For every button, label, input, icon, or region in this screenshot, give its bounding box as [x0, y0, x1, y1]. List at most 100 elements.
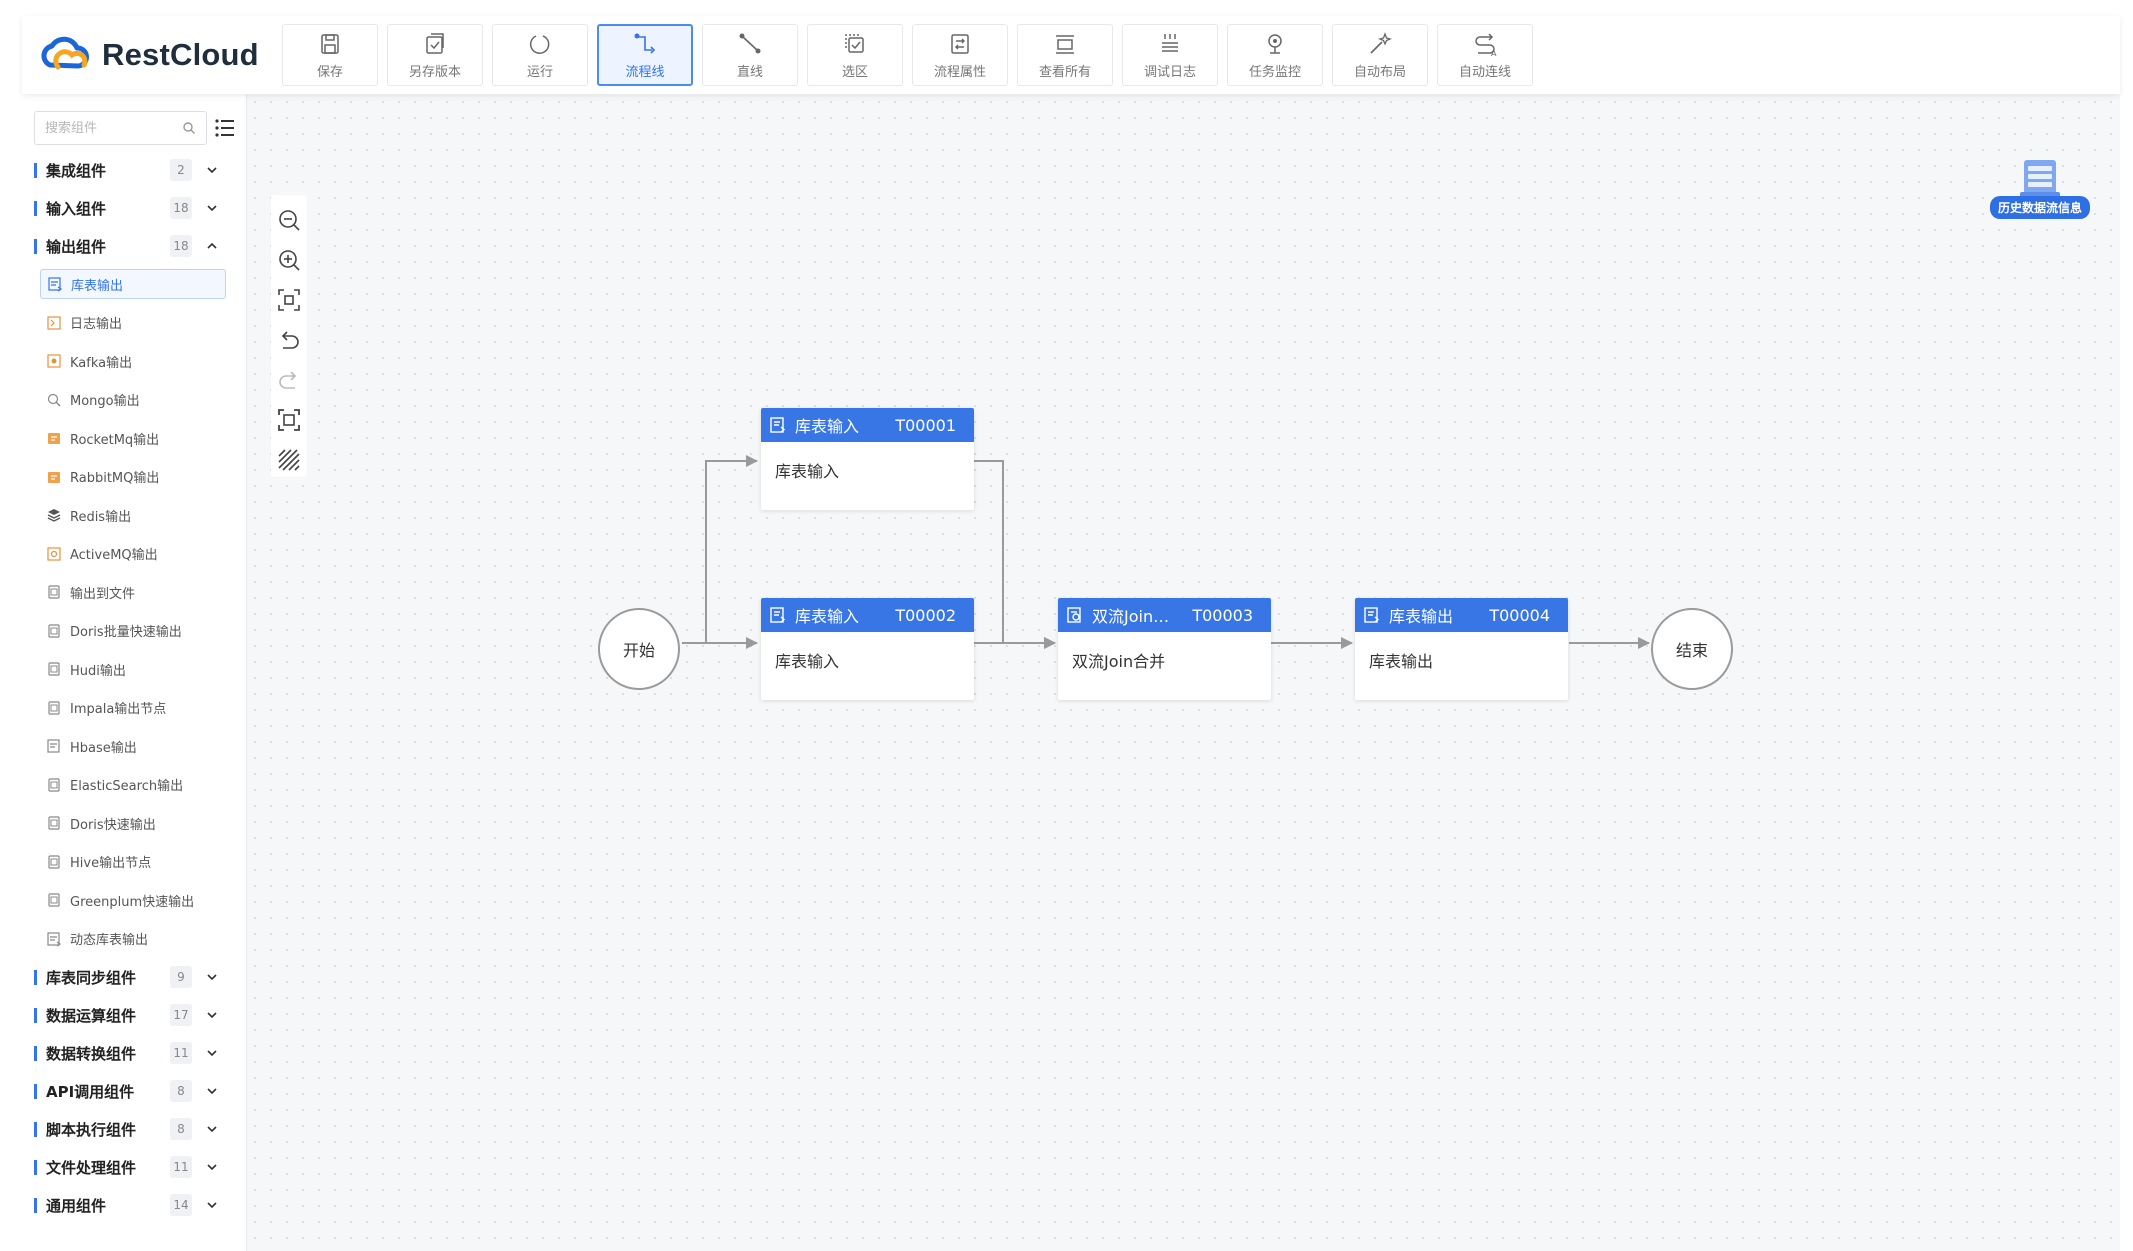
- group-count: 18: [170, 235, 192, 257]
- sidebar-item-dynamic-table-output[interactable]: 动态库表输出: [22, 920, 246, 959]
- toolbar-buttons: 保存 另存版本 运行 流程线 直线 选区 流程属性 查看所有 调试日志 任务监控…: [282, 24, 1533, 86]
- flowline-icon: [634, 33, 656, 54]
- component-sidebar: 集成组件 2 输入组件 18 输出组件 18 库表输出: [22, 94, 247, 1251]
- chevron-down-icon[interactable]: [205, 1160, 219, 1174]
- group-count: 8: [170, 1118, 192, 1140]
- search-input[interactable]: [45, 120, 175, 136]
- node-id: T00002: [895, 605, 956, 625]
- group-integration[interactable]: 集成组件 2: [22, 151, 246, 189]
- chevron-down-icon[interactable]: [205, 201, 219, 215]
- item-box: RocketMq输出: [40, 423, 226, 453]
- chevron-up-icon[interactable]: [205, 239, 219, 253]
- save-version-icon: [426, 32, 444, 54]
- item-box: Hbase输出: [40, 731, 226, 761]
- sidebar-item-activemq-output[interactable]: ActiveMQ输出: [22, 535, 246, 574]
- auto-connect-button[interactable]: A 自动连线: [1437, 24, 1533, 86]
- auto-layout-button[interactable]: 自动布局: [1332, 24, 1428, 86]
- sidebar-item-file-output[interactable]: 输出到文件: [22, 573, 246, 612]
- sidebar-item-log-output[interactable]: 日志输出: [22, 304, 246, 343]
- group-input[interactable]: 输入组件 18: [22, 189, 246, 227]
- group-data-transform[interactable]: 数据转换组件 11: [22, 1034, 246, 1072]
- group-marker: [34, 1007, 37, 1023]
- grid-toggle-icon[interactable]: [276, 447, 302, 473]
- table-output-icon: [48, 277, 63, 292]
- sidebar-item-doris-batch-output[interactable]: Doris批量快速输出: [22, 612, 246, 651]
- undo-icon[interactable]: [276, 327, 302, 353]
- brand-logo[interactable]: RestCloud: [22, 35, 280, 75]
- item-box: Hive输出节点: [40, 847, 226, 877]
- group-script-exec[interactable]: 脚本执行组件 8: [22, 1110, 246, 1148]
- group-output[interactable]: 输出组件 18: [22, 227, 246, 265]
- group-count: 8: [170, 1080, 192, 1102]
- flow-node-t00001[interactable]: 库表输入 T00001 库表输入: [761, 408, 974, 510]
- node-body: 库表输入: [775, 462, 840, 481]
- sidebar-item-rocketmq-output[interactable]: RocketMq输出: [22, 419, 246, 458]
- group-count: 9: [170, 966, 192, 988]
- node-title: 双流Join…: [1092, 607, 1170, 626]
- chevron-down-icon[interactable]: [205, 1198, 219, 1212]
- zoom-in-icon[interactable]: [276, 247, 302, 273]
- select-area-button[interactable]: 选区: [807, 24, 903, 86]
- zoom-out-icon[interactable]: [276, 207, 302, 233]
- group-api-call[interactable]: API调用组件 8: [22, 1072, 246, 1110]
- task-monitor-button[interactable]: 任务监控: [1227, 24, 1323, 86]
- fit-screen-icon[interactable]: [276, 407, 302, 433]
- save-button[interactable]: 保存: [282, 24, 378, 86]
- sidebar-item-greenplum-output[interactable]: Greenplum快速输出: [22, 881, 246, 920]
- flow-node-t00002[interactable]: 库表输入 T00002 库表输入: [761, 598, 974, 700]
- group-list-top: 集成组件 2 输入组件 18 输出组件 18: [22, 151, 246, 265]
- view-all-button[interactable]: 查看所有: [1017, 24, 1113, 86]
- flowline-button[interactable]: 流程线: [597, 24, 693, 86]
- debug-log-button[interactable]: 调试日志: [1122, 24, 1218, 86]
- group-general[interactable]: 通用组件 14: [22, 1186, 246, 1224]
- group-file-process[interactable]: 文件处理组件 11: [22, 1148, 246, 1186]
- flow-node-t00003[interactable]: 双流Join… T00003 双流Join合并: [1058, 598, 1271, 700]
- chevron-down-icon[interactable]: [205, 1046, 219, 1060]
- item-box: Impala输出节点: [40, 693, 226, 723]
- redo-icon[interactable]: [276, 367, 302, 393]
- node-header: 双流Join… T00003: [1058, 598, 1271, 632]
- chevron-down-icon[interactable]: [205, 970, 219, 984]
- chevron-down-icon[interactable]: [205, 1008, 219, 1022]
- node-body: 库表输出: [1369, 652, 1434, 671]
- sidebar-item-table-output[interactable]: 库表输出: [22, 265, 246, 304]
- end-node[interactable]: 结束: [1651, 608, 1733, 690]
- flow-node-t00004[interactable]: 库表输出 T00004 库表输出: [1355, 598, 1568, 700]
- straight-line-button[interactable]: 直线: [702, 24, 798, 86]
- sidebar-item-doris-fast-output[interactable]: Doris快速输出: [22, 804, 246, 843]
- start-node[interactable]: 开始: [598, 608, 680, 690]
- chevron-down-icon[interactable]: [205, 1084, 219, 1098]
- group-marker: [34, 1045, 37, 1061]
- sidebar-item-hudi-output[interactable]: Hudi输出: [22, 650, 246, 689]
- sidebar-item-elasticsearch-output[interactable]: ElasticSearch输出: [22, 766, 246, 805]
- chevron-down-icon[interactable]: [205, 163, 219, 177]
- group-table-sync[interactable]: 库表同步组件 9: [22, 958, 246, 996]
- sidebar-item-impala-output[interactable]: Impala输出节点: [22, 689, 246, 728]
- sidebar-item-hive-output[interactable]: Hive输出节点: [22, 843, 246, 882]
- sidebar-item-rabbitmq-output[interactable]: RabbitMQ输出: [22, 458, 246, 497]
- history-dataflow-button[interactable]: 历史数据流信息: [1983, 158, 2097, 228]
- run-button[interactable]: 运行: [492, 24, 588, 86]
- sidebar-item-hbase-output[interactable]: Hbase输出: [22, 727, 246, 766]
- node-title: 库表输出: [1389, 607, 1454, 626]
- node-title: 库表输入: [795, 607, 860, 626]
- sidebar-item-kafka-output[interactable]: Kafka输出: [22, 342, 246, 381]
- item-box: 日志输出: [40, 308, 226, 338]
- chevron-down-icon[interactable]: [205, 1122, 219, 1136]
- group-data-compute[interactable]: 数据运算组件 17: [22, 996, 246, 1034]
- search-icon[interactable]: [182, 121, 196, 135]
- zoom-toolbar: [271, 195, 307, 477]
- sidebar-item-redis-output[interactable]: Redis输出: [22, 496, 246, 535]
- table-input-icon: [770, 417, 786, 433]
- node-id: T00004: [1489, 605, 1550, 625]
- fit-center-icon[interactable]: [276, 287, 302, 313]
- top-toolbar: RestCloud 保存 另存版本 运行 流程线 直线 选区 流程属性 查看所有…: [22, 16, 2120, 94]
- save-version-button[interactable]: 另存版本: [387, 24, 483, 86]
- group-marker: [34, 1121, 37, 1137]
- hbase-icon: [47, 739, 60, 753]
- item-box: Hudi输出: [40, 654, 226, 684]
- list-view-icon[interactable]: [213, 116, 237, 140]
- flow-properties-button[interactable]: 流程属性: [912, 24, 1008, 86]
- rocketmq-icon: [48, 433, 60, 445]
- sidebar-item-mongo-output[interactable]: Mongo输出: [22, 381, 246, 420]
